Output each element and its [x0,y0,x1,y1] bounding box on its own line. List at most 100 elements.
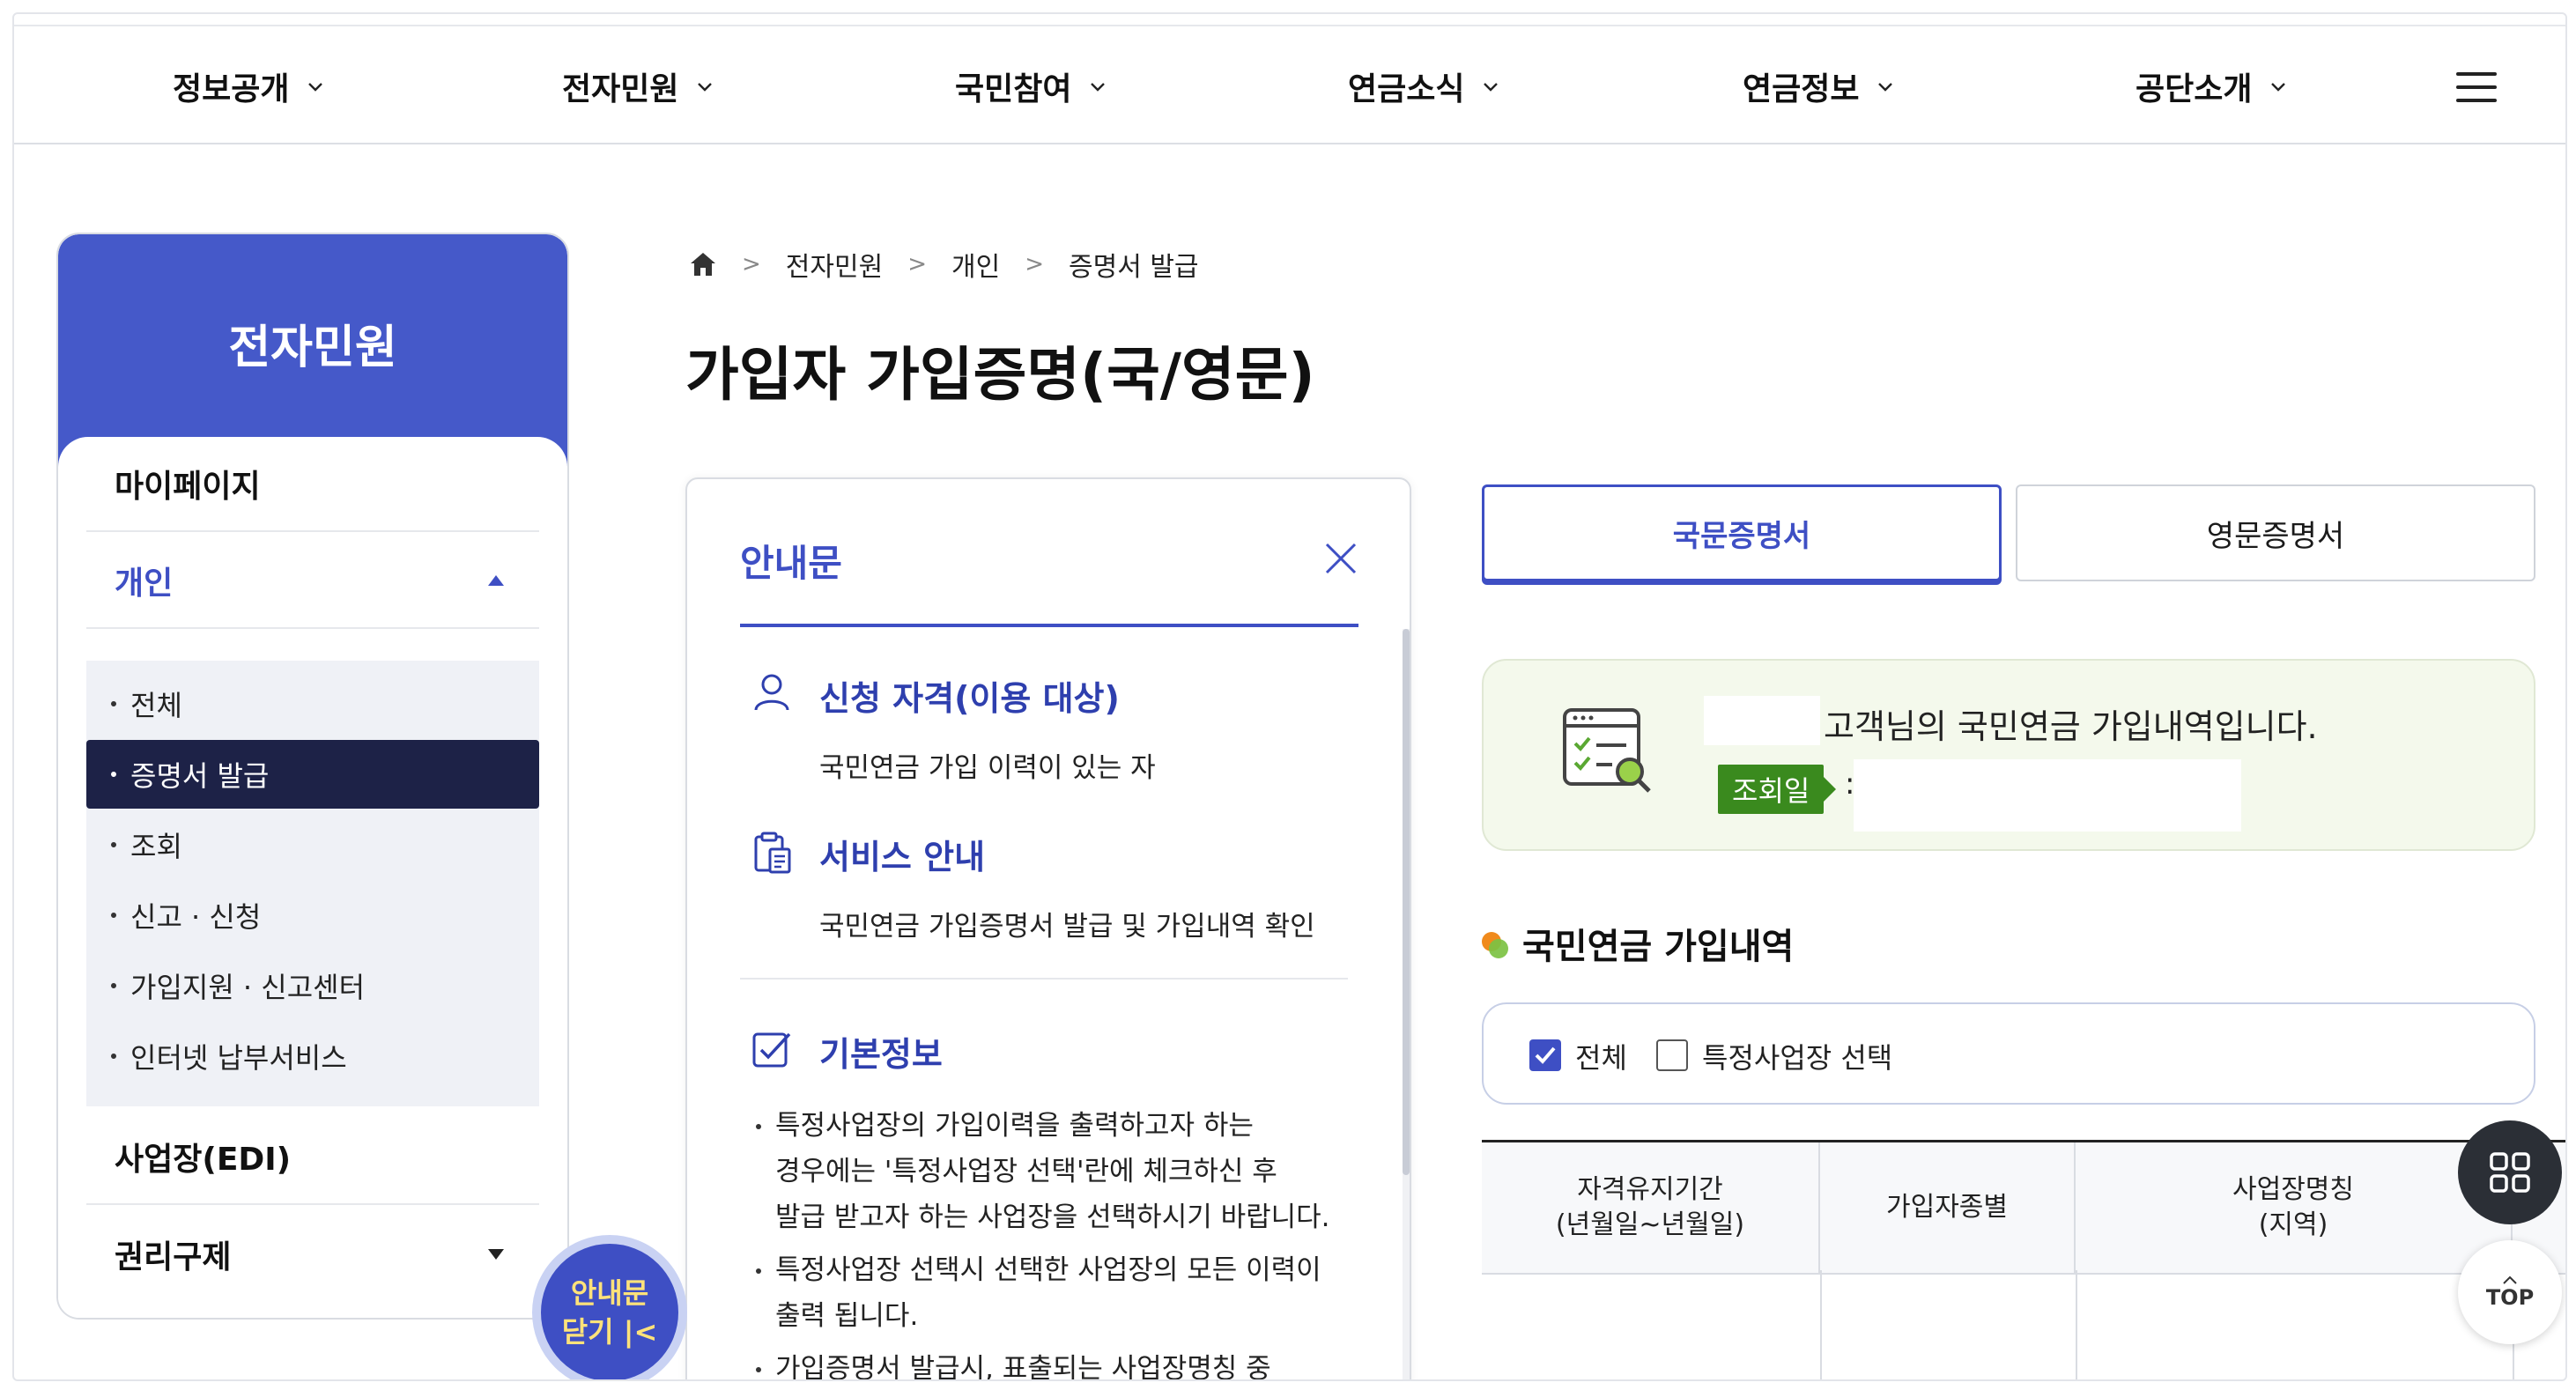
bullet-icon [111,983,116,988]
bullet-icon [756,1268,761,1274]
checkbox-check-icon [752,1032,791,1068]
check-icon [1535,1046,1556,1064]
nav-item-info-disclosure[interactable]: 정보공개 [173,67,324,107]
close-guide-button[interactable]: 안내문 닫기 |< [532,1235,687,1379]
guide-section-text: 국민연금 가입 이력이 있는 자 [819,752,1156,784]
column-header-business-name: 사업장명칭 (지역) [2076,1142,2513,1273]
guide-bullet-line: 경우에는 '특정사업장 선택'란에 체크하신 후 [775,1156,1277,1187]
chevron-down-icon [698,83,713,92]
caret-down-icon [488,1249,504,1260]
sidebar-item-label: 권리구제 [115,1239,232,1275]
column-header-text: 사업장명칭 [2232,1174,2354,1205]
close-guide-label: 안내문 [570,1276,649,1310]
chevron-down-icon [308,83,323,92]
bullet-icon [111,913,116,918]
breadcrumb: > 전자민원 > 개인 > 증명서 발급 [689,245,1199,284]
top-nav: 정보공개 전자민원 국민참여 연금소식 연금정보 공단소개 [14,25,2565,144]
nav-item-label: 공단소개 [2136,71,2253,107]
guide-bullet: 특정사업장 선택시 선택한 사업장의 모든 이력이 출력 됩니다. [756,1247,1364,1339]
scroll-top-button[interactable]: TOP [2458,1240,2562,1344]
nav-item-pension-info[interactable]: 연금정보 [1743,67,1894,107]
breadcrumb-item[interactable]: 개인 [951,245,1000,284]
guide-bullet-line: 발급 받고자 하는 사업장을 선택하시기 바랍니다. [775,1201,1330,1233]
nav-item-participation[interactable]: 국민참여 [955,67,1107,107]
tab-label: 국문증명서 [1672,518,1811,554]
filter-box: 전체 특정사업장 선택 [1482,1002,2535,1105]
column-header-text: (지역) [2258,1209,2328,1240]
sidebar-item-business-edi[interactable]: 사업장(EDI) [86,1110,539,1205]
submenu-label: 신고 · 신청 [130,900,262,934]
column-header-period: 자격유지기간 (년월일~년월일) [1482,1142,1820,1273]
inquiry-date-masked [1854,759,2241,832]
table-column-divider [2076,1270,2077,1379]
chevron-up-icon [2503,1275,2517,1284]
sidebar-item-label: 개인 [115,566,174,602]
nav-item-e-civil[interactable]: 전자민원 [562,67,714,107]
guide-section-text: 국민연금 가입증명서 발급 및 가입내역 확인 [819,911,1315,943]
guide-panel: 안내문 신청 자격(이용 대상) 국민연금 가입 이력이 있는 자 서비스 안내… [685,477,1411,1379]
chevron-down-icon [1091,83,1106,92]
guide-section-divider [740,978,1348,980]
member-info-text: 고객님의 국민연금 가입내역입니다. [1824,707,2318,746]
breadcrumb-item[interactable]: 증명서 발급 [1069,245,1199,284]
breadcrumb-item[interactable]: 전자민원 [786,245,883,284]
specific-business-label[interactable]: 특정사업장 선택 [1702,1036,1892,1076]
all-checkbox[interactable] [1529,1039,1561,1071]
tab-english-certificate[interactable]: 영문증명서 [2016,484,2535,581]
caret-up-icon [488,575,504,586]
sidebar-item-mypage[interactable]: 마이페이지 [86,437,539,532]
nav-item-label: 국민참여 [955,71,1072,107]
submenu-item-inquiry[interactable]: 조회 [86,810,539,879]
nav-item-pension-news[interactable]: 연금소식 [1348,67,1499,107]
column-header-text: 자격유지기간 [1577,1174,1723,1205]
bullet-icon [111,701,116,706]
bullet-icon [111,1054,116,1059]
section-title: 국민연금 가입내역 [1522,927,1795,967]
sidebar-submenu: 전체 증명서 발급 조회 신고 · 신청 가입지원 · 신고센터 인터넷 납부서… [86,661,539,1106]
close-icon[interactable] [1323,541,1358,576]
guide-title: 안내문 [740,542,842,585]
section-bullet-icon [1482,932,1508,958]
submenu-item-report[interactable]: 신고 · 신청 [86,881,539,950]
inquiry-date-label: 조회일 [1718,765,1837,814]
submenu-label: 조회 [130,830,182,863]
breadcrumb-separator-icon: > [1025,251,1044,277]
submenu-item-certificate[interactable]: 증명서 발급 [86,740,539,809]
bullet-icon [111,842,116,847]
guide-bullet-line: 특정사업장의 가입이력을 출력하고자 하는 [775,1110,1254,1142]
scrollbar-thumb[interactable] [1403,629,1410,1175]
sidebar-item-rights-relief[interactable]: 권리구제 [86,1207,539,1302]
chevron-down-icon [2271,83,2286,92]
nav-item-about[interactable]: 공단소개 [2136,67,2287,107]
all-checkbox-label[interactable]: 전체 [1575,1036,1627,1076]
tab-korean-certificate[interactable]: 국문증명서 [1482,484,2002,581]
nav-item-label: 정보공개 [173,71,290,107]
bullet-icon [756,1124,761,1129]
submenu-item-all[interactable]: 전체 [86,669,539,738]
nav-item-label: 연금소식 [1348,71,1465,107]
chevron-down-icon [1484,83,1499,92]
guide-section-title: 신청 자격(이용 대상) [819,679,1120,718]
quick-menu-button[interactable] [2458,1120,2562,1224]
scroll-top-label: TOP [2485,1285,2535,1310]
grid-icon [2490,1152,2530,1193]
column-header-text: (년월일~년월일) [1555,1209,1745,1240]
home-icon[interactable] [689,251,717,277]
specific-business-checkbox[interactable] [1656,1039,1688,1071]
person-icon [754,674,789,711]
tab-label: 영문증명서 [2206,518,2345,554]
submenu-label: 인터넷 납부서비스 [130,1041,347,1075]
page-title: 가입자 가입증명(국/영문) [685,341,1315,409]
table-column-divider [1820,1270,1822,1379]
guide-section-title: 서비스 안내 [819,838,986,876]
guide-scrollbar[interactable] [1403,629,1410,1379]
guide-section-title: 기본정보 [819,1035,943,1074]
bullet-icon [756,1367,761,1372]
submenu-item-internet-payment[interactable]: 인터넷 납부서비스 [86,1022,539,1091]
submenu-item-support-center[interactable]: 가입지원 · 신고센터 [86,951,539,1020]
submenu-label: 전체 [130,689,182,722]
guide-bullet-line: 특정사업장 선택시 선택한 사업장의 모든 이력이 [775,1254,1321,1286]
hamburger-menu-icon[interactable] [2456,72,2497,102]
sidebar-title: 전자민원 [228,322,397,374]
sidebar-item-personal[interactable]: 개인 [86,534,539,629]
